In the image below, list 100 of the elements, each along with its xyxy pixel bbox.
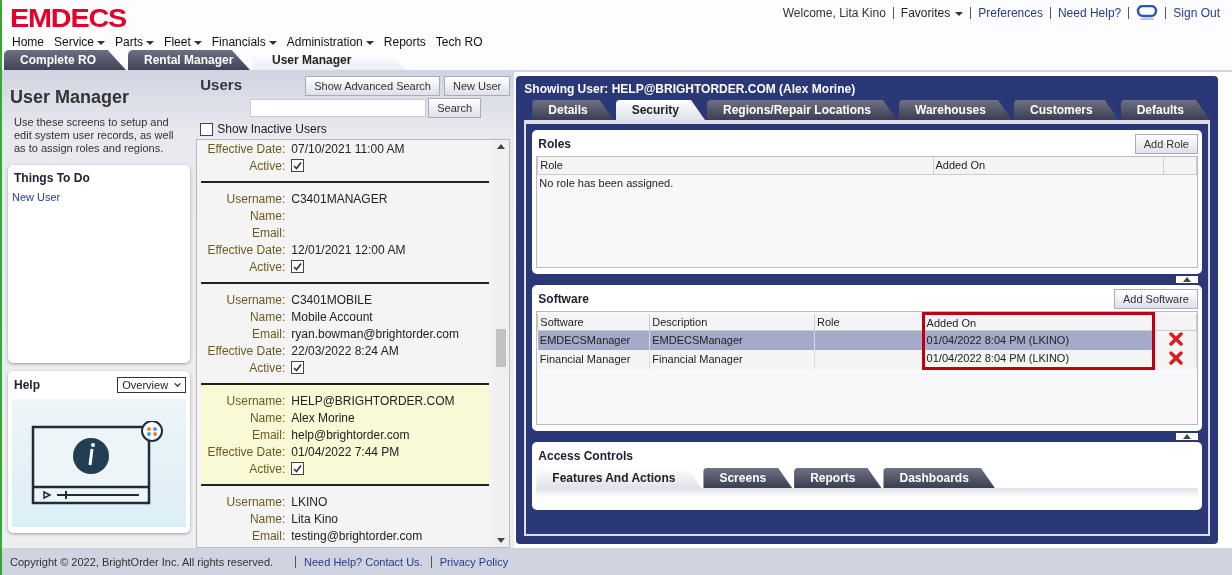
- header-link[interactable]: Need Help?: [1057, 6, 1122, 20]
- field-value: HELP@BRIGHTORDER.COM: [291, 393, 456, 408]
- help-topic-select[interactable]: Overview: [117, 377, 187, 393]
- field-label: Email:: [250, 427, 286, 442]
- field-label: Active:: [248, 360, 286, 375]
- field-label: Name:: [248, 309, 286, 324]
- field-value: C3401MOBILE: [291, 292, 373, 307]
- detail-tab[interactable]: Customers: [1013, 100, 1119, 120]
- column-header: Software: [537, 313, 650, 331]
- footer-link[interactable]: Privacy Policy: [439, 555, 509, 568]
- add-software-button[interactable]: Add Software: [1113, 289, 1198, 309]
- scrollbar[interactable]: [493, 140, 510, 547]
- field-value: C3401MANAGER: [291, 191, 389, 206]
- add-role-button[interactable]: Add Role: [1134, 134, 1198, 154]
- field-label: Username:: [225, 393, 286, 408]
- panel-title: Software: [537, 292, 589, 306]
- section-title: Users: [200, 76, 242, 93]
- app-tab[interactable]: Rental Manager: [128, 50, 250, 70]
- field-value: Lita Kino: [291, 511, 339, 526]
- delete-icon[interactable]: [1168, 332, 1183, 347]
- up-arrow-icon[interactable]: [1183, 434, 1191, 439]
- up-arrow-icon[interactable]: [1183, 277, 1191, 282]
- table-cell: 01/04/2022 8:04 PM (LKINO): [926, 334, 1070, 347]
- search-field[interactable]: [250, 99, 427, 117]
- nav-menu-item[interactable]: Parts: [115, 33, 155, 50]
- toolbar-button[interactable]: Show Advanced Search: [305, 76, 440, 96]
- detail-tab[interactable]: Warehouses: [899, 100, 1012, 120]
- header-link[interactable]: Preferences: [978, 6, 1043, 20]
- field-label: Username:: [225, 191, 286, 206]
- access-tab[interactable]: Reports: [794, 468, 882, 488]
- field-value: 12/01/2021 12:00 AM: [291, 242, 407, 257]
- table-cell: 01/04/2022 8:04 PM (LKINO): [926, 352, 1070, 365]
- access-tab[interactable]: Dashboards: [883, 468, 995, 488]
- sign-out-link[interactable]: Sign Out: [1173, 6, 1220, 20]
- task-link[interactable]: New User: [12, 191, 61, 203]
- field-label: Username:: [225, 292, 286, 307]
- panel-title: Roles: [537, 137, 571, 151]
- nav-menu-item[interactable]: Home: [12, 33, 44, 50]
- field-value: Alex Morine: [291, 410, 356, 425]
- column-header: Role: [814, 313, 924, 331]
- table-cell: EMDECSManager: [539, 334, 631, 347]
- app-tab[interactable]: Complete RO: [4, 50, 126, 70]
- footer-link[interactable]: Need Help? Contact Us.: [304, 555, 423, 568]
- field-value: Mobile Account: [291, 309, 374, 324]
- field-value: ryan.bowman@brightorder.com: [291, 326, 460, 341]
- copyright-text: Copyright © 2022, BrightOrder Inc. All rights reserved.: [10, 555, 274, 568]
- checkbox-label: Show Inactive Users: [217, 122, 327, 136]
- field-label: Effective Date:: [206, 242, 286, 257]
- active-checkbox[interactable]: [291, 259, 305, 273]
- toolbar-button[interactable]: New User: [444, 76, 511, 96]
- field-value: LKINO: [291, 494, 329, 509]
- nav-menu-item[interactable]: Service: [54, 33, 106, 50]
- chevron-down-icon[interactable]: [174, 382, 182, 388]
- detail-tab[interactable]: Security: [615, 100, 705, 120]
- column-header: Role: [537, 157, 933, 174]
- active-checkbox[interactable]: [291, 461, 305, 475]
- table-cell: Financial Manager: [539, 353, 631, 365]
- active-checkbox[interactable]: [291, 360, 305, 374]
- detail-tab[interactable]: Regions/Repair Locations: [707, 100, 898, 120]
- table-cell: EMDECSManager: [652, 334, 743, 347]
- header-link[interactable]: Favorites: [900, 6, 964, 20]
- chat-icon[interactable]: [1136, 5, 1159, 21]
- nav-menu-item[interactable]: Tech RO: [435, 33, 483, 50]
- nav-menu-item[interactable]: Fleet: [164, 33, 202, 50]
- field-label: Effective Date:: [206, 141, 286, 156]
- table-cell: Financial Manager: [652, 353, 743, 365]
- search-button[interactable]: Search: [428, 98, 482, 118]
- welcome-text: Welcome, Lita Kino: [782, 6, 886, 20]
- down-arrow-icon[interactable]: [497, 538, 506, 543]
- field-label: Email:: [250, 528, 286, 543]
- field-label: Active:: [248, 158, 286, 173]
- card-title: Help: [13, 378, 40, 392]
- delete-icon[interactable]: [1168, 351, 1183, 365]
- page-title: User Manager: [10, 87, 131, 108]
- field-label: Active:: [248, 461, 286, 476]
- nav-menu-item[interactable]: Administration: [286, 33, 374, 50]
- panel-title: Access Controls: [537, 449, 633, 463]
- field-value: testing@brightorder.com: [291, 528, 424, 543]
- column-header: Added On: [923, 313, 1154, 331]
- field-value: 07/10/2021 11:00 AM: [291, 141, 406, 156]
- field-label: Email:: [250, 326, 286, 341]
- access-tab[interactable]: Features And Actions: [536, 468, 702, 488]
- field-label: Active:: [248, 259, 286, 274]
- detail-tab[interactable]: Defaults: [1120, 100, 1210, 120]
- field-label: Name:: [248, 410, 286, 425]
- nav-menu-item[interactable]: Financials: [211, 33, 277, 50]
- access-tab[interactable]: Screens: [703, 468, 793, 488]
- field-label: Effective Date:: [206, 343, 286, 358]
- active-checkbox[interactable]: [291, 158, 305, 172]
- user-record[interactable]: Username: HELP@BRIGHTORDER.COM Name: Alex Morine Email: help@brightorder.com Effective Date: 01/04/2022 7:44 PM Active:: [201, 385, 490, 486]
- detail-title: Showing User: HELP@BRIGHTORDER.COM (Alex Morine): [524, 82, 857, 96]
- field-label: Name:: [248, 208, 286, 223]
- field-value: help@brightorder.com: [291, 427, 411, 442]
- field-value: 01/04/2022 7:44 PM: [291, 444, 401, 459]
- up-arrow-icon[interactable]: [497, 144, 506, 149]
- field-label: Effective Date:: [206, 444, 286, 459]
- field-label: Email:: [250, 225, 286, 240]
- detail-tab[interactable]: Details: [532, 100, 614, 120]
- nav-menu-item[interactable]: Reports: [383, 33, 426, 50]
- scrollbar-thumb[interactable]: [496, 329, 507, 367]
